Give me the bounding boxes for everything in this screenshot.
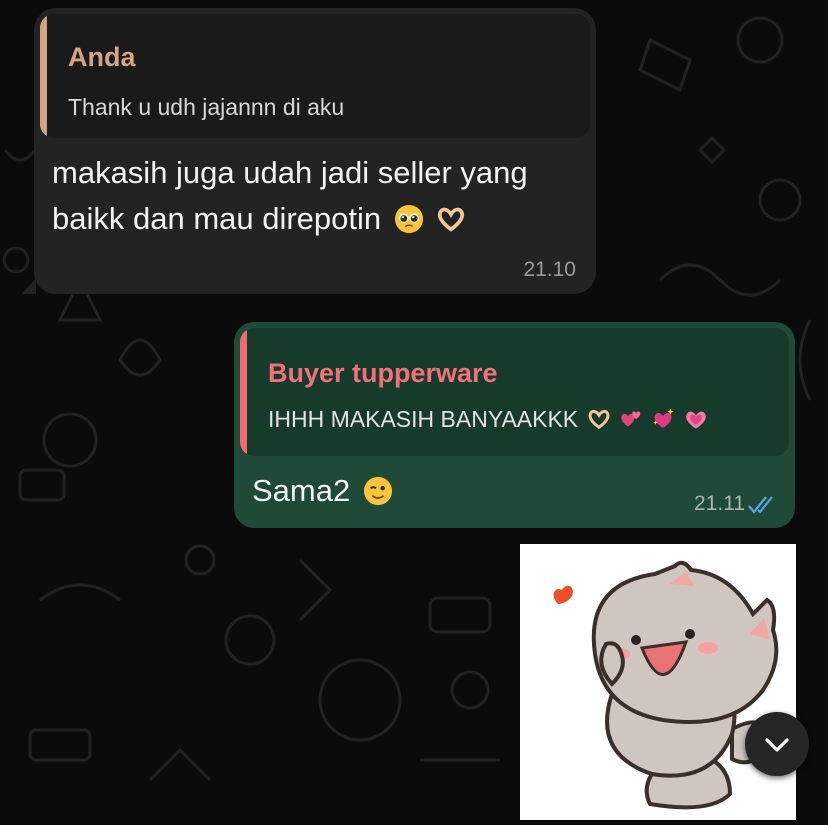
quote-text: Thank u udh jajannn di aku bbox=[68, 94, 345, 120]
sparkling-heart-emoji bbox=[653, 408, 674, 428]
quote-accent-bar bbox=[240, 328, 247, 456]
growing-heart-emoji bbox=[685, 411, 706, 429]
quote-sender-name: Anda bbox=[68, 42, 136, 72]
bubble-tail bbox=[22, 278, 36, 294]
message-text: Sama2 bbox=[252, 473, 351, 508]
heart-hands-emoji bbox=[438, 207, 465, 232]
heart-hands-emoji bbox=[588, 409, 610, 430]
message-text-wrap: Sama2 bbox=[252, 468, 393, 514]
outgoing-message-bubble[interactable]: Buyer tupperware IHHH MAKASIH BANYAAKKK … bbox=[234, 322, 795, 528]
message-text-wrap: makasih juga udah jadi seller yang baikk… bbox=[52, 150, 582, 242]
incoming-message-bubble[interactable]: Anda Thank u udh jajannn di aku makasih … bbox=[22, 8, 596, 294]
reply-quote[interactable]: Buyer tupperware IHHH MAKASIH BANYAAKKK bbox=[240, 328, 789, 456]
pleading-face-emoji bbox=[394, 204, 423, 234]
quote-accent-bar bbox=[40, 14, 47, 138]
reply-quote[interactable]: Anda Thank u udh jajannn di aku bbox=[40, 14, 590, 138]
read-receipt-icon bbox=[748, 496, 773, 514]
quote-sender-name: Buyer tupperware bbox=[268, 358, 498, 388]
cat-sticker[interactable] bbox=[520, 544, 796, 820]
message-time: 21.11 bbox=[694, 492, 745, 515]
quote-text-wrap: IHHH MAKASIH BANYAAKKK bbox=[268, 406, 708, 433]
quote-text: IHHH MAKASIH BANYAAKKK bbox=[268, 406, 579, 432]
winking-face-emoji bbox=[363, 476, 392, 506]
scroll-to-bottom-button[interactable] bbox=[745, 712, 809, 776]
chevron-down-icon bbox=[765, 738, 789, 752]
message-time: 21.10 bbox=[523, 258, 576, 281]
two-hearts-emoji bbox=[621, 411, 641, 427]
